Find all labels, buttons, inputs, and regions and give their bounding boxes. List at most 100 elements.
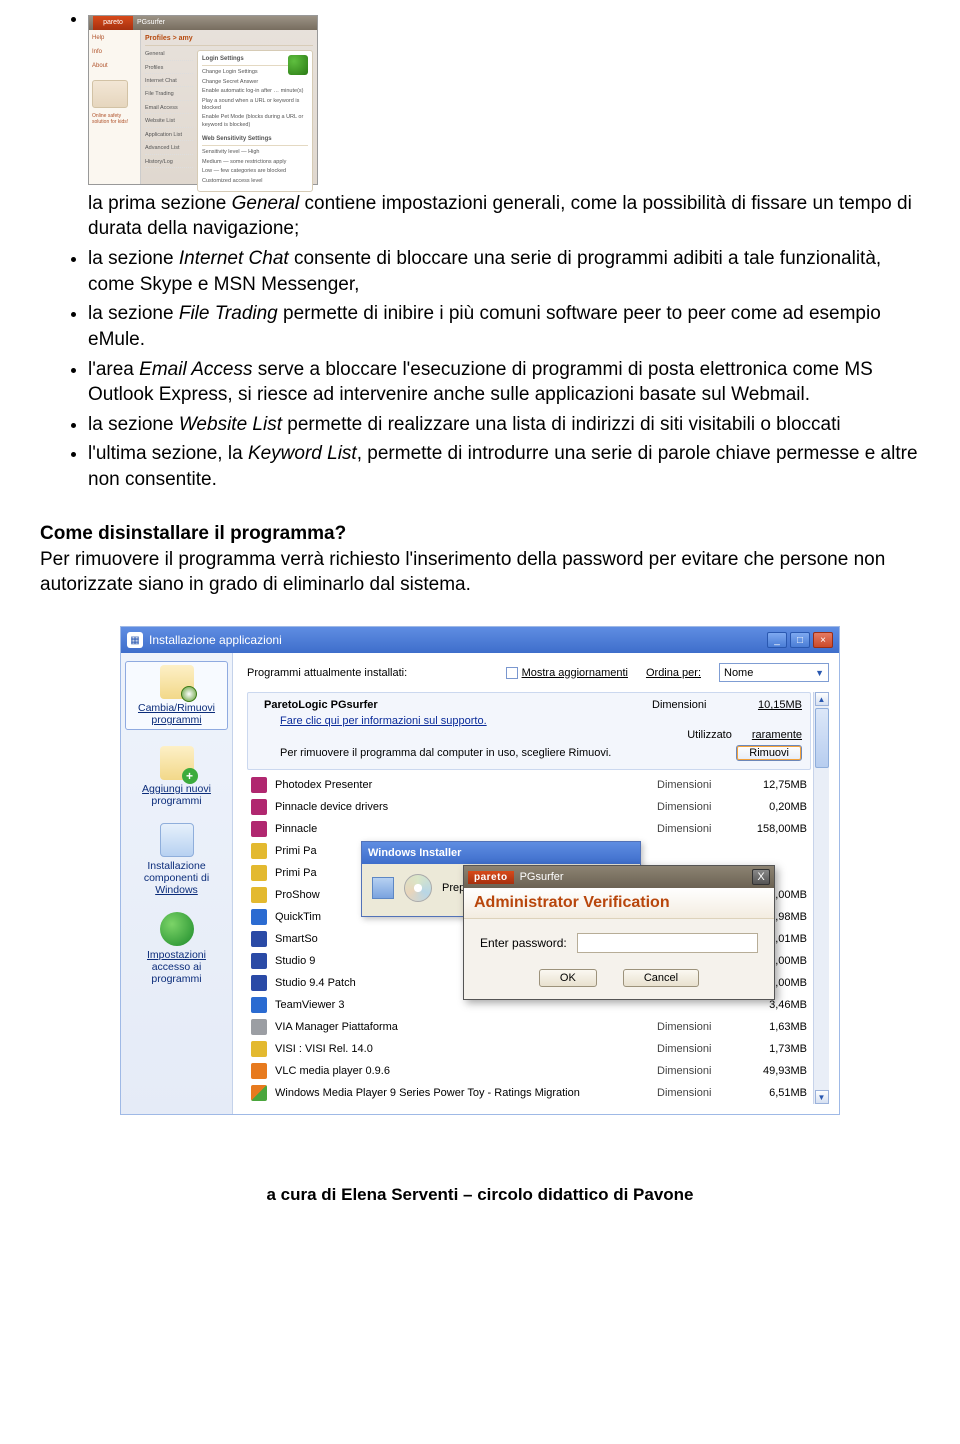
scroll-up-icon[interactable]: ▲ (815, 692, 829, 706)
av-password-input[interactable] (577, 933, 758, 953)
show-updates-checkbox[interactable]: Mostra aggiornamenti (506, 667, 628, 679)
thumb-appname: PGsurfer (137, 18, 165, 27)
support-link[interactable]: Fare clic qui per informazioni sul suppo… (280, 715, 802, 727)
program-row[interactable]: PinnacleDimensioni158,00MB (247, 818, 811, 840)
window-titlebar[interactable]: ▦ Installazione applicazioni _ □ × (121, 627, 839, 653)
program-name: VIA Manager Piattaforma (275, 1021, 657, 1033)
program-name: TeamViewer 3 (275, 999, 657, 1011)
box-plus-icon (160, 746, 194, 780)
program-icon (251, 1085, 267, 1101)
scroll-down-icon[interactable]: ▼ (815, 1090, 829, 1104)
program-icon (251, 909, 267, 925)
thumb-green-icon (288, 55, 308, 75)
program-row[interactable]: Pinnacle device driversDimensioni0,20MB (247, 796, 811, 818)
installed-label: Programmi attualmente installati: (247, 667, 407, 679)
maximize-button[interactable]: □ (790, 632, 810, 648)
program-row[interactable]: Photodex PresenterDimensioni12,75MB (247, 774, 811, 796)
size-label: Dimensioni (657, 779, 737, 791)
program-icon (251, 865, 267, 881)
close-button[interactable]: × (813, 632, 833, 648)
bullet-5: la sezione Website List permette di real… (88, 412, 920, 438)
size-value: 1,63MB (737, 1021, 807, 1033)
page-footer: a cura di Elena Serventi – circolo didat… (40, 1185, 920, 1205)
size-label: Dimensioni (657, 1043, 737, 1055)
size-label: Dimensioni (657, 801, 737, 813)
size-value: 6,51MB (737, 1087, 807, 1099)
bullet-1: pareto PGsurfer Help Info About Online s… (88, 6, 920, 242)
admin-verification-dialog: pareto PGsurfer X Administrator Verifica… (463, 865, 775, 1000)
program-icon (251, 1019, 267, 1035)
bullet-2: la sezione Internet Chat consente di blo… (88, 246, 920, 297)
bullet-4: l'area Email Access serve a bloccare l'e… (88, 357, 920, 408)
program-icon (251, 953, 267, 969)
sidebar-change-remove[interactable]: Cambia/Rimuovi programmi (125, 661, 228, 730)
av-close-button[interactable]: X (752, 869, 770, 885)
av-logo: pareto (468, 871, 514, 884)
bullet-list: pareto PGsurfer Help Info About Online s… (40, 6, 920, 493)
sidebar-program-access[interactable]: Impostazioni accesso ai programmi (125, 912, 228, 985)
size-label: Dimensioni (657, 1065, 737, 1077)
av-titlebar[interactable]: pareto PGsurfer X (464, 866, 774, 888)
sidebar-windows-components[interactable]: Installazione componenti di Windows (125, 823, 228, 896)
size-label: Dimensioni (657, 1021, 737, 1033)
program-name: Windows Media Player 9 Series Power Toy … (275, 1087, 657, 1099)
program-row[interactable]: VLC media player 0.9.6Dimensioni49,93MB (247, 1060, 811, 1082)
size-value: 12,75MB (737, 779, 807, 791)
program-name: Photodex Presenter (275, 779, 657, 791)
window-icon (160, 823, 194, 857)
program-icon (251, 843, 267, 859)
sort-select[interactable]: Nome ▼ (719, 663, 829, 682)
program-icon (251, 1063, 267, 1079)
bullet-3: la sezione File Trading permette di inib… (88, 301, 920, 352)
size-value: 158,00MB (737, 823, 807, 835)
main-panel: Programmi attualmente installati: Mostra… (233, 653, 839, 1114)
scrollbar[interactable]: ▲ ▼ (813, 692, 829, 1104)
package-icon (372, 877, 394, 899)
scroll-thumb[interactable] (815, 708, 829, 768)
program-name: Pinnacle device drivers (275, 801, 657, 813)
program-row[interactable]: VIA Manager PiattaformaDimensioni1,63MB (247, 1016, 811, 1038)
window-title: Installazione applicazioni (149, 633, 282, 647)
globe-icon (160, 912, 194, 946)
thumb-logo: pareto (93, 16, 133, 30)
size-value: 1,73MB (737, 1043, 807, 1055)
program-icon (251, 887, 267, 903)
bullet-6: l'ultima sezione, la Keyword List, perme… (88, 441, 920, 492)
chevron-down-icon: ▼ (815, 668, 824, 678)
add-remove-programs-window: ▦ Installazione applicazioni _ □ × Cambi… (120, 626, 840, 1115)
av-header: Administrator Verification (464, 888, 774, 919)
program-icon (251, 821, 267, 837)
program-name: VISI : VISI Rel. 14.0 (275, 1043, 657, 1055)
program-name: VLC media player 0.9.6 (275, 1065, 657, 1077)
minimize-button[interactable]: _ (767, 632, 787, 648)
size-label: Dimensioni (657, 1087, 737, 1099)
program-name: Pinnacle (275, 823, 657, 835)
av-cancel-button[interactable]: Cancel (623, 969, 699, 987)
selected-program[interactable]: ParetoLogic PGsurfer Dimensioni 10,15MB … (247, 692, 811, 770)
box-icon (160, 665, 194, 699)
program-row[interactable]: Windows Media Player 9 Series Power Toy … (247, 1082, 811, 1104)
av-ok-button[interactable]: OK (539, 969, 597, 987)
thumb-side-icon (92, 80, 128, 108)
size-value: 3,46MB (737, 999, 807, 1011)
app-icon: ▦ (127, 632, 143, 648)
program-icon (251, 777, 267, 793)
uninstall-paragraph: Per rimuovere il programma verrà richies… (40, 547, 920, 598)
sidebar: Cambia/Rimuovi programmi Aggiungi nuovi … (121, 653, 233, 1114)
av-password-label: Enter password: (480, 936, 567, 950)
size-value: 0,20MB (737, 801, 807, 813)
program-row[interactable]: VISI : VISI Rel. 14.0Dimensioni1,73MB (247, 1038, 811, 1060)
wi-titlebar[interactable]: Windows Installer (362, 842, 640, 864)
sort-label: Ordina per: (646, 667, 701, 679)
program-icon (251, 1041, 267, 1057)
disc-icon (404, 874, 432, 902)
program-icon (251, 975, 267, 991)
program-icon (251, 931, 267, 947)
program-icon (251, 997, 267, 1013)
sidebar-add-new[interactable]: Aggiungi nuovi programmi (125, 746, 228, 807)
pgsurfer-thumbnail: pareto PGsurfer Help Info About Online s… (88, 15, 318, 185)
size-value: 49,93MB (737, 1065, 807, 1077)
uninstall-heading: Come disinstallare il programma? (40, 523, 920, 545)
thumb-section-list: General Profiles Internet Chat File Trad… (145, 50, 193, 192)
remove-button[interactable]: Rimuovi (736, 745, 802, 761)
